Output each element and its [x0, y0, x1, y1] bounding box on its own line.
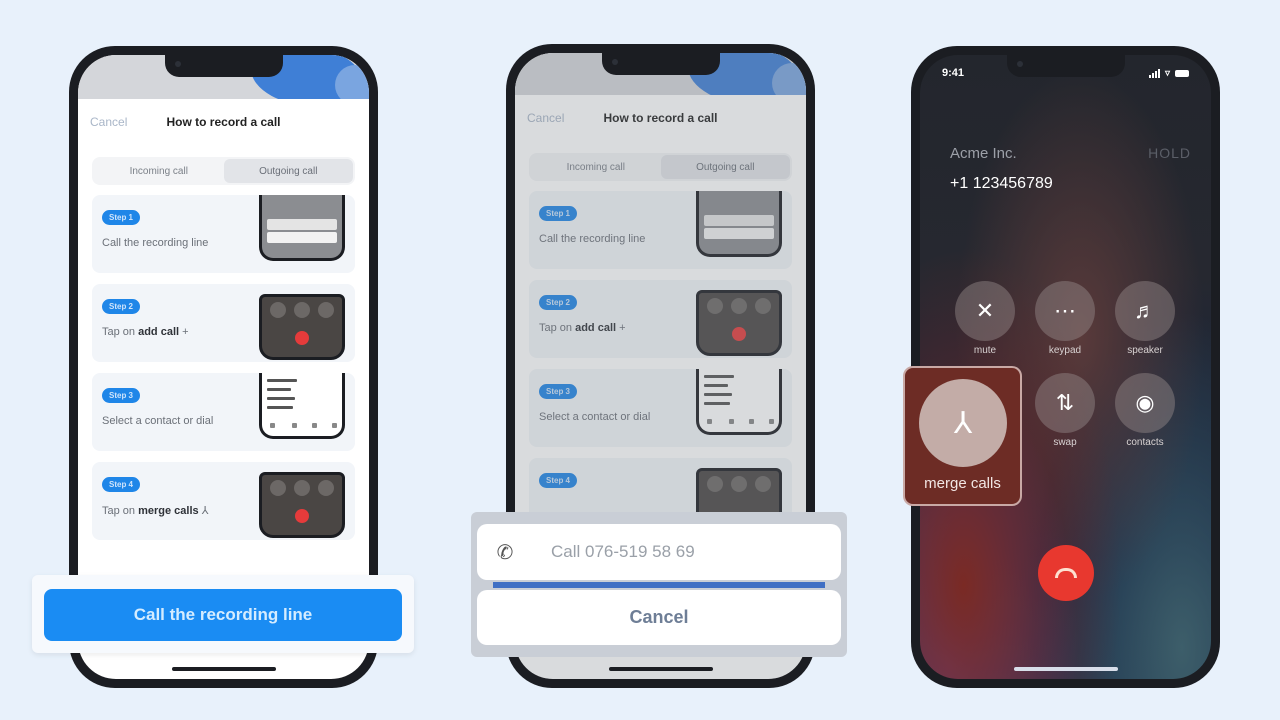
step-card: Step 2 Tap on add call +	[92, 284, 355, 362]
cancel-link[interactable]: Cancel	[527, 111, 564, 125]
plus-icon: +	[182, 326, 189, 338]
mute-label: mute	[973, 345, 997, 356]
call-recording-line-button[interactable]: Call the recording line	[44, 589, 402, 641]
step-badge: Step 4	[539, 473, 578, 488]
step-thumbnail	[259, 294, 345, 360]
wifi-icon: ▿	[1164, 67, 1170, 79]
end-call-button[interactable]	[1037, 545, 1094, 601]
merge-calls-button[interactable]: ⅄ merge calls	[903, 366, 1022, 506]
step-thumbnail	[696, 290, 782, 356]
caller-number: +1 123456789	[950, 175, 1053, 192]
cancel-button[interactable]: Cancel	[477, 590, 841, 645]
swap-icon: ⇅	[1035, 373, 1095, 433]
merge-calls-label: merge calls	[924, 475, 1001, 492]
battery-icon	[1175, 69, 1189, 77]
step-card: Step 3 Select a contact or dial	[529, 369, 792, 447]
contacts-label: contacts	[1126, 437, 1164, 448]
step-badge: Step 3	[102, 388, 141, 403]
call-type-segmented-control: Incoming call Outgoing call	[92, 157, 355, 185]
sheet-header: Cancel How to record a call	[515, 95, 806, 141]
step-badge: Step 1	[102, 210, 141, 225]
keypad-label: keypad	[1048, 345, 1082, 356]
call-button-callout: Call the recording line	[32, 575, 414, 653]
keypad-button[interactable]: ⋯ keypad	[1034, 281, 1096, 356]
swap-button[interactable]: ⇅ swap	[1034, 373, 1096, 448]
tab-incoming-call[interactable]: Incoming call	[94, 159, 224, 183]
mic-off-icon: ✕	[955, 281, 1015, 341]
notch	[164, 55, 283, 77]
step-thumbnail	[259, 373, 345, 439]
step-badge: Step 2	[102, 299, 141, 314]
merge-icon: ⅄	[201, 505, 209, 517]
signal-icon	[1148, 68, 1160, 78]
step-thumbnail	[696, 369, 782, 435]
step-card: Step 2 Tap on add call +	[529, 280, 792, 358]
tab-outgoing-call[interactable]: Outgoing call	[223, 159, 353, 183]
plus-icon: +	[619, 322, 626, 334]
step-badge: Step 2	[539, 295, 578, 310]
mute-button[interactable]: ✕ mute	[954, 281, 1016, 356]
call-number-label: Call 076-519 58 69	[551, 542, 695, 561]
step-thumbnail	[259, 472, 345, 538]
tab-outgoing-call[interactable]: Outgoing call	[660, 155, 790, 179]
step-card: Step 4 Tap on merge calls ⅄	[92, 462, 355, 540]
home-indicator	[171, 667, 276, 671]
step-thumbnail	[259, 195, 345, 261]
speaker-button[interactable]: ♬ speaker	[1114, 281, 1176, 356]
step-card: Step 1 Call the recording line	[529, 191, 792, 269]
contact-icon: ◉	[1115, 373, 1175, 433]
steps-list: Step 1 Call the recording line Step 2 Ta…	[92, 195, 355, 540]
sheet-title: How to record a call	[603, 111, 718, 125]
merge-icon: ⅄	[919, 379, 1007, 467]
call-progress-fill	[493, 582, 825, 588]
steps-list: Step 1 Call the recording line Step 2 Ta…	[529, 191, 792, 536]
status-time: 9:41	[942, 67, 965, 79]
caller-name: Acme Inc.	[950, 145, 1017, 162]
step-card: Step 3 Select a contact or dial	[92, 373, 355, 451]
speaker-icon: ♬	[1115, 281, 1175, 341]
step-thumbnail	[696, 191, 782, 257]
cancel-link[interactable]: Cancel	[90, 115, 127, 129]
call-progress-bar	[493, 582, 825, 588]
call-action-sheet: ✆ Call 076-519 58 69 Cancel	[471, 512, 847, 657]
tab-incoming-call[interactable]: Incoming call	[531, 155, 661, 179]
hang-up-icon	[1054, 568, 1077, 578]
step-badge: Step 1	[539, 206, 578, 221]
home-indicator	[608, 667, 713, 671]
contacts-button[interactable]: ◉ contacts	[1114, 373, 1176, 448]
sheet-title: How to record a call	[166, 115, 281, 129]
notch	[601, 53, 720, 75]
swap-label: swap	[1053, 437, 1077, 448]
step-card: Step 1 Call the recording line	[92, 195, 355, 273]
step-badge: Step 4	[102, 477, 141, 492]
phone-icon: ✆	[496, 541, 514, 564]
notch	[1006, 55, 1125, 77]
call-number-button[interactable]: ✆ Call 076-519 58 69	[477, 524, 841, 580]
step-badge: Step 3	[539, 384, 578, 399]
home-indicator	[1013, 667, 1118, 671]
call-type-segmented-control: Incoming call Outgoing call	[529, 153, 792, 181]
hold-status: HOLD	[1148, 145, 1191, 161]
sheet-header: Cancel How to record a call	[78, 99, 369, 145]
speaker-label: speaker	[1127, 345, 1163, 356]
keypad-icon: ⋯	[1035, 281, 1095, 341]
